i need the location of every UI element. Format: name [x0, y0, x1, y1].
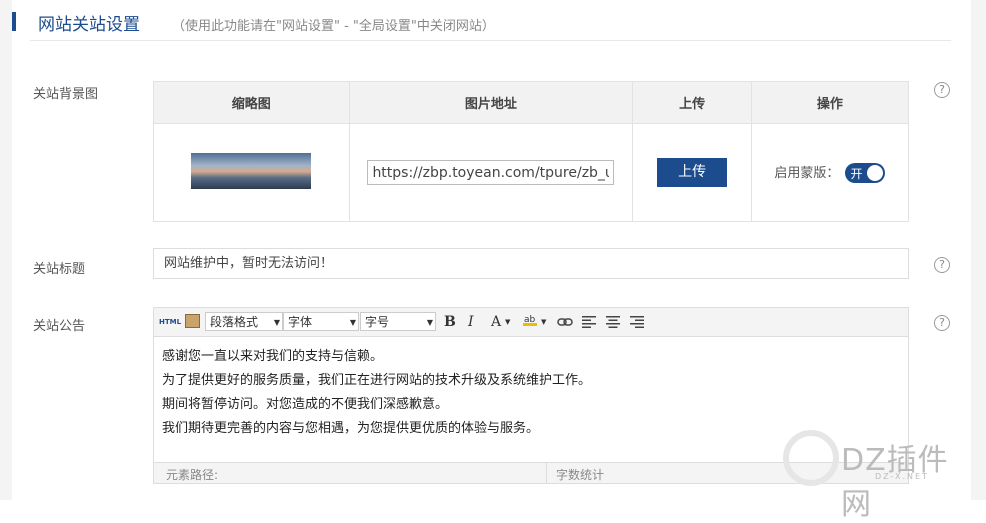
col-action: 操作 [751, 81, 909, 124]
toggle-text: 开 [850, 167, 863, 182]
notice-line: 感谢您一直以来对我们的支持与信赖。 [162, 349, 384, 364]
italic-button[interactable]: I [468, 312, 474, 332]
align-left-svg [582, 316, 596, 328]
paragraph-select-value: 段落格式 [210, 315, 259, 329]
page-subtitle: （使用此功能请在"网站设置" - "全局设置"中关闭网站） [172, 19, 495, 34]
chevron-down-icon: ▼ [349, 318, 356, 327]
bg-thumbnail-image [191, 152, 312, 189]
bg-table-row: 上传 启用蒙版： 开 [153, 123, 909, 222]
chevron-down-icon: ▼ [273, 318, 280, 327]
col-url: 图片地址 [349, 81, 634, 124]
align-right-icon[interactable] [630, 314, 644, 328]
notice-label: 关站公告 [33, 319, 86, 334]
size-select[interactable]: 字号 ▼ [360, 312, 436, 331]
align-center-svg [606, 316, 620, 328]
paragraph-select[interactable]: 段落格式 ▼ [205, 312, 283, 331]
image-icon[interactable] [185, 314, 200, 328]
col-upload: 上传 [632, 81, 752, 124]
svg-text:ab: ab [524, 315, 536, 325]
bg-url-input[interactable] [367, 160, 615, 185]
title-accent-bar [12, 12, 16, 31]
watermark-logo [783, 430, 839, 486]
font-select-value: 字体 [288, 315, 313, 329]
chevron-down-icon: ▼ [426, 318, 433, 327]
link-icon[interactable] [557, 314, 573, 326]
font-select[interactable]: 字体 ▼ [283, 312, 359, 331]
bg-table: 缩略图 图片地址 上传 操作 上传 启用蒙版： 开 [153, 81, 909, 222]
font-color-button[interactable]: A [491, 312, 501, 332]
toggle-knob [867, 165, 884, 182]
chevron-down-icon[interactable]: ▼ [505, 312, 510, 332]
align-right-svg [630, 316, 644, 328]
bg-label: 关站背景图 [33, 87, 99, 102]
bg-table-header: 缩略图 图片地址 上传 操作 [153, 81, 909, 124]
upload-cell: 上传 [632, 123, 752, 222]
bold-button[interactable]: B [444, 312, 456, 332]
watermark: DZ插件网 DZ-X.NET [783, 430, 973, 522]
upload-button[interactable]: 上传 [657, 158, 728, 187]
watermark-subtext: DZ-X.NET [875, 472, 929, 481]
align-center-icon[interactable] [606, 314, 620, 328]
link-icon-svg [557, 318, 573, 326]
url-cell [349, 123, 634, 222]
help-icon[interactable]: ? [934, 257, 950, 273]
overlay-toggle[interactable]: 开 [845, 163, 886, 184]
title-divider [30, 40, 951, 41]
word-count: 字数统计 [556, 468, 605, 482]
html-source-button[interactable]: HTML [159, 312, 181, 332]
left-gutter [0, 0, 12, 500]
highlight-icon[interactable]: ab [522, 313, 538, 327]
help-icon[interactable]: ? [934, 315, 950, 331]
size-select-value: 字号 [365, 315, 390, 329]
title-label: 关站标题 [33, 262, 86, 277]
page-title: 网站关站设置 [38, 15, 140, 35]
notice-line: 期间将暂停访问。对您造成的不便我们深感歉意。 [162, 397, 449, 412]
chevron-down-icon[interactable]: ▼ [541, 312, 546, 332]
overlay-label: 启用蒙版： [774, 165, 840, 181]
right-gutter [971, 0, 986, 500]
footer-divider [546, 463, 547, 483]
editor-toolbar: HTML 段落格式 ▼ 字体 ▼ 字号 ▼ B I A ▼ ab ▼ [154, 308, 908, 337]
highlight-icon-svg: ab [523, 315, 537, 326]
thumbnail-cell [153, 123, 350, 222]
help-icon[interactable]: ? [934, 82, 950, 98]
action-cell: 启用蒙版： 开 [751, 123, 909, 222]
align-left-icon[interactable] [582, 314, 596, 328]
notice-line: 为了提供更好的服务质量，我们正在进行网站的技术升级及系统维护工作。 [162, 373, 592, 388]
col-thumbnail: 缩略图 [153, 81, 350, 124]
element-path: 元素路径: [166, 468, 219, 482]
close-title-input[interactable]: 网站维护中，暂时无法访问！ [153, 248, 909, 279]
